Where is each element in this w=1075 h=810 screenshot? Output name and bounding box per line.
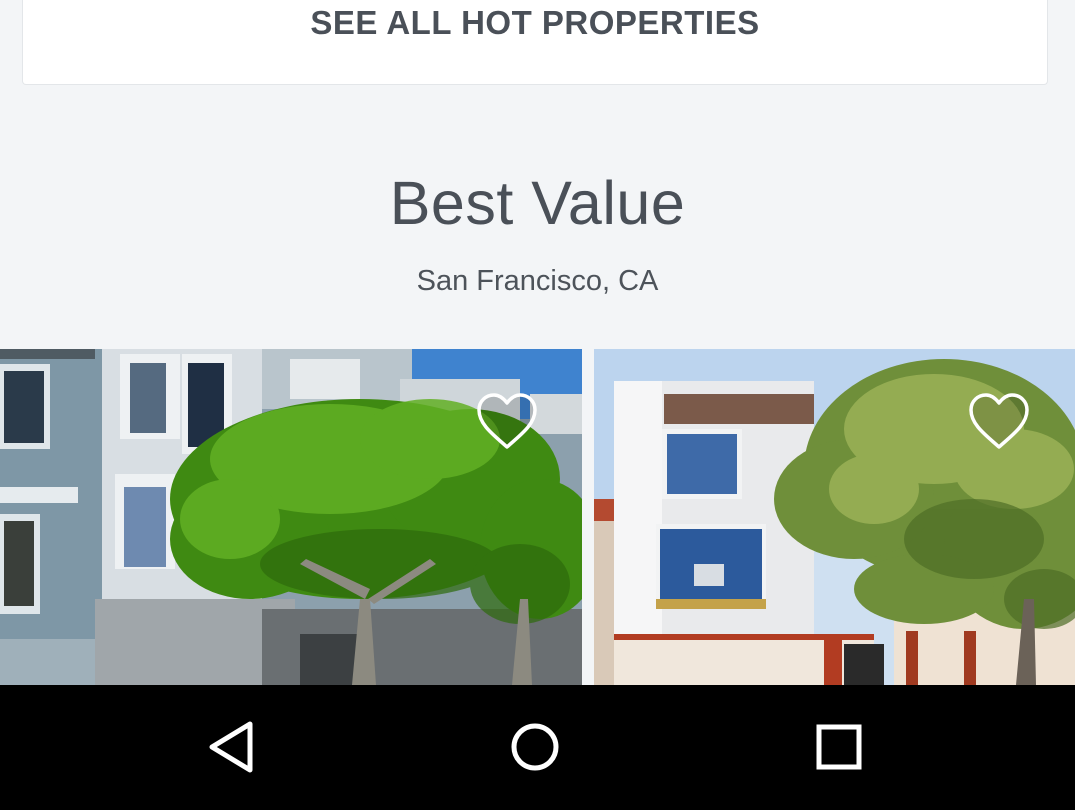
listing-card[interactable] (594, 349, 1075, 685)
listing-carousel[interactable] (0, 349, 1075, 685)
section-title: Best Value (389, 169, 686, 237)
see-all-hot-properties-card[interactable]: SEE ALL HOT PROPERTIES (22, 0, 1048, 85)
heart-outline-icon[interactable] (967, 391, 1031, 451)
recents-square-icon[interactable] (799, 707, 879, 787)
back-triangle-icon[interactable] (192, 707, 272, 787)
system-navigation-bar (0, 685, 1075, 810)
section-location: San Francisco, CA (416, 265, 659, 297)
listing-card[interactable] (0, 349, 582, 685)
see-all-hot-properties-link[interactable]: SEE ALL HOT PROPERTIES (310, 4, 759, 42)
home-circle-icon[interactable] (495, 707, 575, 787)
heart-outline-icon[interactable] (475, 391, 539, 451)
